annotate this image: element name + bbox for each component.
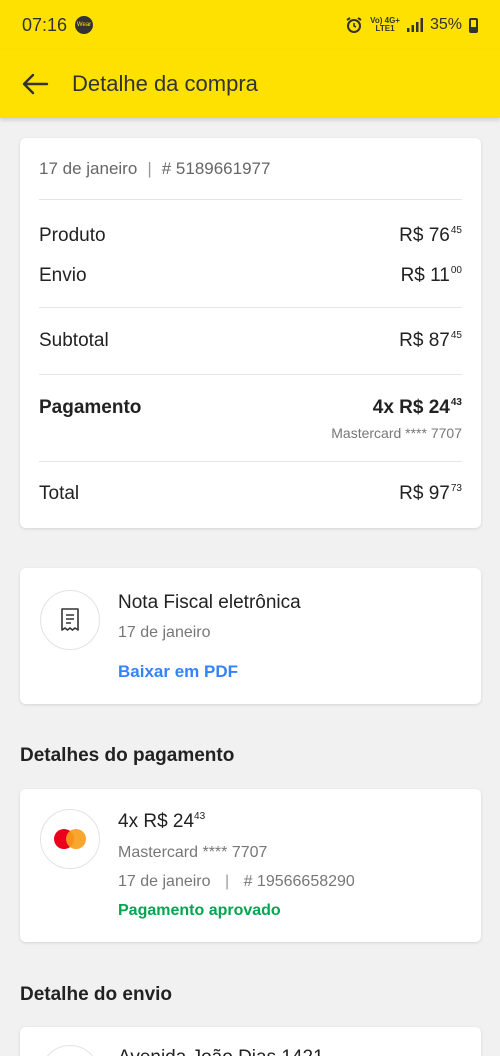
total-price: R$ 9773 <box>399 483 462 504</box>
order-id[interactable]: # 5189661977 <box>162 159 271 179</box>
location-icon <box>40 1045 100 1056</box>
shipping-details-heading: Detalhe do envio <box>20 984 173 1005</box>
payment-card-info: Mastercard **** 7707 <box>331 425 462 441</box>
shipping-address: Avenida João Dias 1421 <box>118 1047 324 1056</box>
payment-amount: 4x R$ 2443 <box>118 811 206 832</box>
alarm-icon <box>346 17 362 33</box>
invoice-title: Nota Fiscal eletrônica <box>118 592 301 613</box>
total-section: Total R$ 9773 <box>39 462 462 526</box>
invoice-date: 17 de janeiro <box>118 624 211 641</box>
subtotal-price: R$ 8745 <box>399 330 462 351</box>
payment-status: Pagamento aprovado <box>118 902 281 919</box>
cost-breakdown: Produto R$ 7645 Envio R$ 1100 <box>39 200 462 308</box>
page-title: Detalhe da compra <box>72 71 258 96</box>
back-arrow-icon[interactable] <box>20 69 50 99</box>
payment-meta: 17 de janeiro | # 19566658290 <box>118 873 355 891</box>
order-date: 17 de janeiro <box>39 158 138 178</box>
separator: | <box>224 873 230 890</box>
payment-price: 4x R$ 2443 <box>372 397 462 418</box>
signal-icon <box>406 18 423 32</box>
shipping-price: R$ 1100 <box>400 265 462 286</box>
payment-row: Pagamento 4x R$ 2443 <box>39 397 462 418</box>
total-row: Total R$ 9773 <box>39 483 462 504</box>
status-indicators: Vo) 4G+ LTE1 35% <box>345 16 478 34</box>
order-header: 17 de janeiro | # 5189661977 <box>39 138 462 200</box>
download-pdf-link[interactable]: Baixar em PDF <box>118 662 238 682</box>
status-bar: 07:16 Wear Vo) 4G+ LTE1 35% <box>0 0 500 50</box>
subtotal-row: Subtotal R$ 8745 <box>39 330 462 351</box>
wear-icon: Wear <box>75 16 94 34</box>
battery-icon <box>469 17 478 33</box>
transaction-id: # 19566658290 <box>243 873 355 890</box>
payment-date: 17 de janeiro <box>118 873 211 890</box>
receipt-icon <box>40 590 100 650</box>
payment-details-heading: Detalhes do pagamento <box>20 745 235 766</box>
mastercard-icon <box>40 809 100 869</box>
shipping-row: Envio R$ 1100 <box>39 265 462 286</box>
app-bar: Detalhe da compra <box>0 50 500 118</box>
payment-card: Mastercard **** 7707 <box>118 844 268 861</box>
payment-details-card[interactable]: 4x R$ 2443 Mastercard **** 7707 17 de ja… <box>20 789 481 942</box>
payment-info: 4x R$ 2443 Mastercard **** 7707 17 de ja… <box>118 809 355 922</box>
product-price: R$ 7645 <box>399 225 462 246</box>
invoice-details: Nota Fiscal eletrônica 17 de janeiro Bai… <box>118 590 301 682</box>
shipping-details-card[interactable]: Avenida João Dias 1421 <box>20 1027 481 1056</box>
subtotal-section: Subtotal R$ 8745 <box>39 308 462 375</box>
separator: | <box>147 158 152 178</box>
product-row: Produto R$ 7645 <box>39 225 462 246</box>
payment-section: Pagamento 4x R$ 2443 Mastercard **** 770… <box>39 375 462 462</box>
invoice-card: Nota Fiscal eletrônica 17 de janeiro Bai… <box>20 568 481 704</box>
order-summary-card: 17 de janeiro | # 5189661977 Produto R$ … <box>20 138 481 528</box>
network-type: Vo) 4G+ LTE1 <box>370 16 400 33</box>
battery-percent: 35% <box>429 16 462 33</box>
status-time: 07:16 <box>22 14 68 35</box>
